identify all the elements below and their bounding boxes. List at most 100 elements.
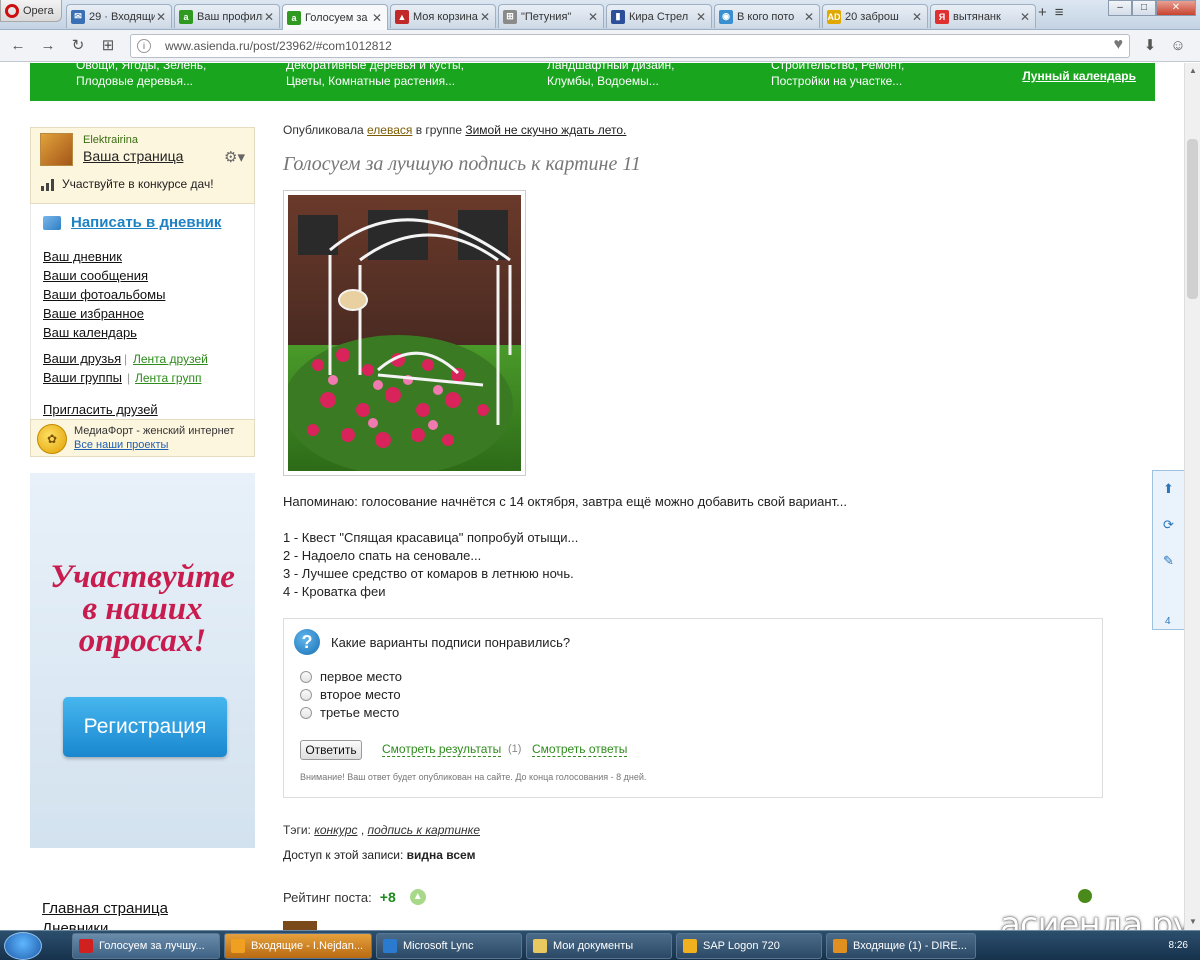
close-tab-icon[interactable]: ✕ (1019, 10, 1031, 24)
category-construction[interactable]: Строительство, Ремонт, Постройки на участ… (771, 63, 904, 89)
opera-menu-button[interactable]: Opera (0, 0, 62, 22)
address-bar[interactable]: i www.asienda.ru/post/23962/#com1012812 … (130, 34, 1130, 58)
minimize-icon[interactable]: – (1108, 0, 1132, 16)
divider: | (124, 352, 128, 366)
bookmark-heart-icon[interactable]: ♥ (1114, 36, 1124, 54)
poll-question: Какие варианты подписи понравились? (331, 635, 571, 650)
my-page-link[interactable]: Ваша страница (83, 148, 183, 164)
browser-tab[interactable]: ▲ Моя корзина ✕ (390, 4, 496, 28)
username[interactable]: Elektrairina (83, 134, 138, 146)
view-answers-link[interactable]: Смотреть ответы (532, 743, 628, 757)
sidebar-item-calendar[interactable]: Ваш календарь (43, 325, 137, 340)
sidebar-item-groups[interactable]: Ваши группы (43, 370, 122, 385)
taskbar-item[interactable]: Microsoft Lync (376, 933, 522, 959)
reload-icon[interactable]: ↻ (68, 36, 88, 56)
taskbar-item-label: Голосуем за лучшу... (99, 940, 205, 952)
category-decorative[interactable]: Декоративные деревья и кусты, Цветы, Комн… (286, 63, 464, 89)
browser-tab[interactable]: ◉ В кого пото ✕ (714, 4, 820, 28)
app-icon (79, 939, 93, 953)
sidebar-item-albums[interactable]: Ваши фотоальбомы (43, 287, 165, 302)
maximize-icon[interactable]: □ (1132, 0, 1156, 16)
new-tab-icon[interactable]: + (1038, 4, 1047, 21)
radio-button[interactable] (300, 670, 312, 683)
refresh-icon[interactable]: ⟳ (1153, 507, 1184, 543)
diaries-link[interactable]: Дневники (42, 920, 108, 930)
back-icon[interactable]: ← (8, 36, 28, 56)
invite-friends-link[interactable]: Пригласить друзей (43, 402, 158, 417)
browser-tab[interactable]: Явытянанк ✕ (930, 4, 1036, 28)
poll-option-1[interactable]: первое место (300, 669, 402, 684)
page-scrollbar[interactable]: ▲ ▼ (1184, 63, 1200, 930)
polls-banner[interactable]: Участвуйте в наших опросах! Регистрация (30, 473, 255, 848)
close-tab-icon[interactable]: ✕ (803, 10, 815, 24)
sidebar-item-diary[interactable]: Ваш дневник (43, 249, 122, 264)
browser-tab[interactable]: ⊞ "Петуния" ✕ (498, 4, 604, 28)
tag-link[interactable]: подпись к картинке (368, 823, 480, 837)
comment-avatar (283, 921, 317, 930)
submit-answer-button[interactable]: Ответить (300, 740, 362, 760)
close-tab-icon[interactable]: ✕ (155, 10, 167, 24)
taskbar-item[interactable]: Голосуем за лучшу... (72, 933, 220, 959)
scroll-up-icon[interactable]: ⬆ (1153, 471, 1184, 507)
speed-dial-icon[interactable]: ⊞ (98, 36, 118, 56)
site-info-icon[interactable]: i (137, 39, 151, 53)
close-window-icon[interactable]: ✕ (1156, 0, 1196, 16)
close-tab-icon[interactable]: ✕ (695, 10, 707, 24)
register-button[interactable]: Регистрация (63, 697, 227, 757)
scroll-up-arrow-icon[interactable]: ▲ (1185, 63, 1200, 79)
flower-bed-image (288, 195, 521, 471)
vote-up-icon[interactable]: ▲ (409, 889, 426, 905)
settings-gear-icon[interactable]: ⚙▾ (224, 148, 245, 166)
sidebar-item-friends[interactable]: Ваши друзья (43, 351, 121, 366)
author-link[interactable]: елевася (367, 123, 412, 137)
tab-favicon-icon: Я (935, 9, 949, 24)
poll-box: ? Какие варианты подписи понравились? пе… (283, 618, 1103, 798)
browser-tab[interactable]: AD 20 заброш ✕ (822, 4, 928, 28)
tag-link[interactable]: конкурс (314, 823, 357, 837)
forward-icon[interactable]: → (38, 36, 58, 56)
tab-favicon-icon: ▮ (611, 9, 625, 24)
poll-option-2[interactable]: второе место (300, 687, 401, 702)
friends-feed-link[interactable]: Лента друзей (133, 352, 208, 366)
browser-tab[interactable]: a Ваш профиль ✕ (174, 4, 280, 28)
groups-feed-link[interactable]: Лента групп (135, 371, 201, 385)
comments-icon[interactable]: ✎ (1153, 543, 1184, 579)
bug-report-icon[interactable] (1078, 889, 1092, 903)
contest-link[interactable]: Участвуйте в конкурсе дач! (41, 177, 214, 191)
sidebar-item-messages[interactable]: Ваши сообщения (43, 268, 148, 283)
downloads-icon[interactable]: ⬇ (1140, 36, 1160, 56)
close-tab-icon[interactable]: ✕ (371, 11, 383, 25)
taskbar-item[interactable]: Входящие - I.Nejdan... (224, 933, 372, 959)
taskbar-item[interactable]: SAP Logon 720 (676, 933, 822, 959)
radio-button[interactable] (300, 688, 312, 701)
group-link[interactable]: Зимой не скучно ждать лето. (465, 123, 626, 137)
system-tray: 8:26 (1000, 931, 1200, 961)
close-tab-icon[interactable]: ✕ (479, 10, 491, 24)
close-tab-icon[interactable]: ✕ (587, 10, 599, 24)
write-diary-link[interactable]: Написать в дневник (43, 214, 221, 231)
post-photo[interactable] (283, 190, 526, 476)
sidebar-item-favorites[interactable]: Ваше избранное (43, 306, 144, 321)
moon-calendar-link[interactable]: Лунный календарь (1022, 69, 1136, 83)
browser-tab[interactable]: ▮ Кира Стрел ✕ (606, 4, 712, 28)
close-tab-icon[interactable]: ✕ (911, 10, 923, 24)
home-page-link[interactable]: Главная страница (42, 900, 168, 917)
start-button[interactable] (4, 932, 42, 960)
taskbar-item[interactable]: Входящие (1) - DIRE... (826, 933, 976, 959)
view-results-link[interactable]: Смотреть результаты (382, 743, 502, 757)
browser-tab-bar: Opera ✉29 · Входящие✕aВаш профиль✕aГолос… (0, 0, 1200, 30)
scroll-down-arrow-icon[interactable]: ▼ (1185, 914, 1200, 930)
avatar[interactable] (40, 133, 73, 166)
tab-menu-icon[interactable]: ≡ (1055, 4, 1064, 21)
poll-option-3[interactable]: третье место (300, 705, 399, 720)
radio-button[interactable] (300, 706, 312, 719)
browser-tab[interactable]: a Голосуем за ✕ (282, 4, 388, 30)
user-icon[interactable]: ☺ (1168, 36, 1188, 56)
category-landscape[interactable]: Ландшафтный дизайн, Клумбы, Водоемы... (547, 63, 674, 89)
category-vegetables[interactable]: Овощи, Ягоды, Зелень, Плодовые деревья... (76, 63, 206, 89)
taskbar-item[interactable]: Мои документы (526, 933, 672, 959)
close-tab-icon[interactable]: ✕ (263, 10, 275, 24)
scrollbar-thumb[interactable] (1187, 139, 1198, 299)
browser-tab[interactable]: ✉ 29 · Входящие✕ (66, 4, 172, 28)
all-projects-link[interactable]: Все наши проекты (74, 439, 168, 451)
